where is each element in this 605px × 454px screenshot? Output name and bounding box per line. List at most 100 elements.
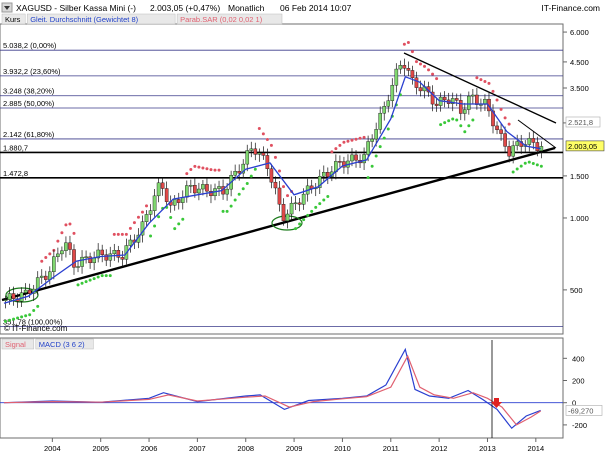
candle-body bbox=[56, 253, 60, 257]
candle-body bbox=[148, 210, 153, 215]
sar-dot bbox=[471, 118, 475, 122]
sar-dot bbox=[366, 176, 370, 180]
period-label: Monatlich bbox=[228, 3, 265, 13]
sar-dot bbox=[539, 164, 543, 168]
candle-body bbox=[285, 213, 290, 222]
candle-body bbox=[326, 172, 330, 177]
candle-body bbox=[176, 199, 181, 203]
sar-dot bbox=[463, 130, 467, 134]
candle-body bbox=[160, 182, 165, 189]
sar-dot bbox=[273, 155, 277, 159]
candle-body bbox=[164, 188, 169, 202]
time-tick-label: 2006 bbox=[141, 444, 158, 453]
candle-body bbox=[354, 154, 358, 161]
candle-body bbox=[205, 184, 209, 192]
sar-dot bbox=[48, 252, 52, 256]
sar-dot bbox=[149, 234, 153, 238]
candle-body bbox=[394, 68, 399, 86]
sar-dot bbox=[414, 60, 418, 64]
sar-dot bbox=[386, 127, 390, 131]
candle-body bbox=[193, 185, 197, 194]
sar-dot bbox=[427, 68, 431, 72]
last-price-label: 2.003,05 bbox=[568, 142, 597, 151]
time-tick-label: 2013 bbox=[479, 444, 496, 453]
sar-dot bbox=[298, 222, 302, 226]
candle-body bbox=[27, 289, 32, 294]
candle-body bbox=[92, 257, 96, 264]
sar-dot bbox=[507, 122, 511, 126]
sar-dot bbox=[120, 232, 124, 236]
candle-body bbox=[144, 214, 149, 222]
candle-body bbox=[197, 188, 201, 194]
time-tick-label: 2007 bbox=[189, 444, 206, 453]
sar-dot bbox=[60, 231, 64, 235]
chart-canvas: XAGUSD - Silber Kassa Mini (-) 2.003,05 … bbox=[0, 0, 605, 453]
candle-body bbox=[434, 103, 439, 106]
sar-dot bbox=[100, 274, 104, 278]
sar-dot bbox=[197, 165, 201, 169]
sar-dot bbox=[467, 124, 471, 128]
sar-dot bbox=[12, 317, 16, 321]
candle-body bbox=[390, 84, 395, 101]
sar-dot bbox=[16, 316, 20, 320]
price-tick-label: 1.500 bbox=[570, 172, 589, 181]
candle-body bbox=[68, 242, 72, 250]
candle-body bbox=[301, 193, 306, 205]
fib-label: 1.472,8 bbox=[3, 169, 28, 178]
sar-dot bbox=[80, 281, 84, 285]
quote-value: 2.003,05 (+0,47%) bbox=[150, 3, 220, 13]
sar-dot bbox=[233, 198, 237, 202]
candle-body bbox=[185, 185, 189, 198]
sar-dot bbox=[406, 40, 410, 44]
menu-arrow-icon[interactable] bbox=[1, 2, 13, 13]
sar-dot bbox=[277, 169, 281, 173]
sar-dot bbox=[132, 221, 136, 225]
mid-price-label: 2.521,8 bbox=[568, 118, 593, 127]
candle-body bbox=[112, 250, 117, 255]
candle-body bbox=[80, 256, 84, 267]
macd-tick-label: 200 bbox=[572, 377, 585, 386]
brand-label: IT-Finance.com bbox=[541, 3, 600, 13]
macd-axis: 4002000-200-69,270 bbox=[563, 354, 603, 430]
sar-dot bbox=[173, 227, 177, 231]
candle-body bbox=[515, 141, 519, 146]
sar-dot bbox=[431, 72, 435, 76]
sar-dot bbox=[286, 194, 290, 198]
sar-dot bbox=[378, 145, 382, 149]
candle-body bbox=[152, 195, 157, 211]
main-legend: Kurs Gleit. Durchschnitt (Gewichtet 8) Par… bbox=[1, 13, 283, 25]
sar-dot bbox=[439, 123, 443, 127]
candle-body bbox=[23, 289, 28, 293]
sar-dot bbox=[209, 168, 213, 172]
sar-dot bbox=[261, 132, 265, 136]
sar-dot bbox=[418, 62, 422, 66]
time-tick-label: 2009 bbox=[286, 444, 303, 453]
candle-body bbox=[338, 161, 342, 163]
sar-dot bbox=[423, 64, 427, 68]
sar-dot bbox=[503, 116, 507, 120]
chart-window: XAGUSD - Silber Kassa Mini (-) 2.003,05 … bbox=[0, 0, 605, 454]
candle-body bbox=[410, 70, 415, 78]
price-tick-label: 4.500 bbox=[570, 58, 589, 67]
time-tick-label: 2008 bbox=[237, 444, 254, 453]
sar-dot bbox=[4, 319, 7, 323]
candle-body bbox=[402, 65, 407, 69]
sar-dot bbox=[64, 223, 68, 227]
candle-body bbox=[84, 256, 88, 259]
time-tick-label: 2005 bbox=[92, 444, 109, 453]
sar-dot bbox=[221, 209, 225, 213]
price-axis: 6.0004.5003.5002.5001.5001.0005002.003,0… bbox=[563, 28, 605, 295]
sar-dot bbox=[326, 194, 330, 198]
candle-body bbox=[43, 275, 48, 280]
candle-body bbox=[406, 68, 411, 71]
candle-body bbox=[289, 202, 294, 215]
sar-dot bbox=[36, 304, 40, 308]
price-tick-label: 1.000 bbox=[570, 214, 589, 223]
candle-body bbox=[386, 100, 391, 107]
sar-dot bbox=[145, 204, 149, 208]
price-tick-label: 500 bbox=[570, 286, 583, 295]
price-tick-label: 6.000 bbox=[570, 28, 589, 37]
sar-dot bbox=[531, 161, 535, 165]
sar-dot bbox=[479, 78, 483, 82]
sar-dot bbox=[382, 136, 386, 140]
